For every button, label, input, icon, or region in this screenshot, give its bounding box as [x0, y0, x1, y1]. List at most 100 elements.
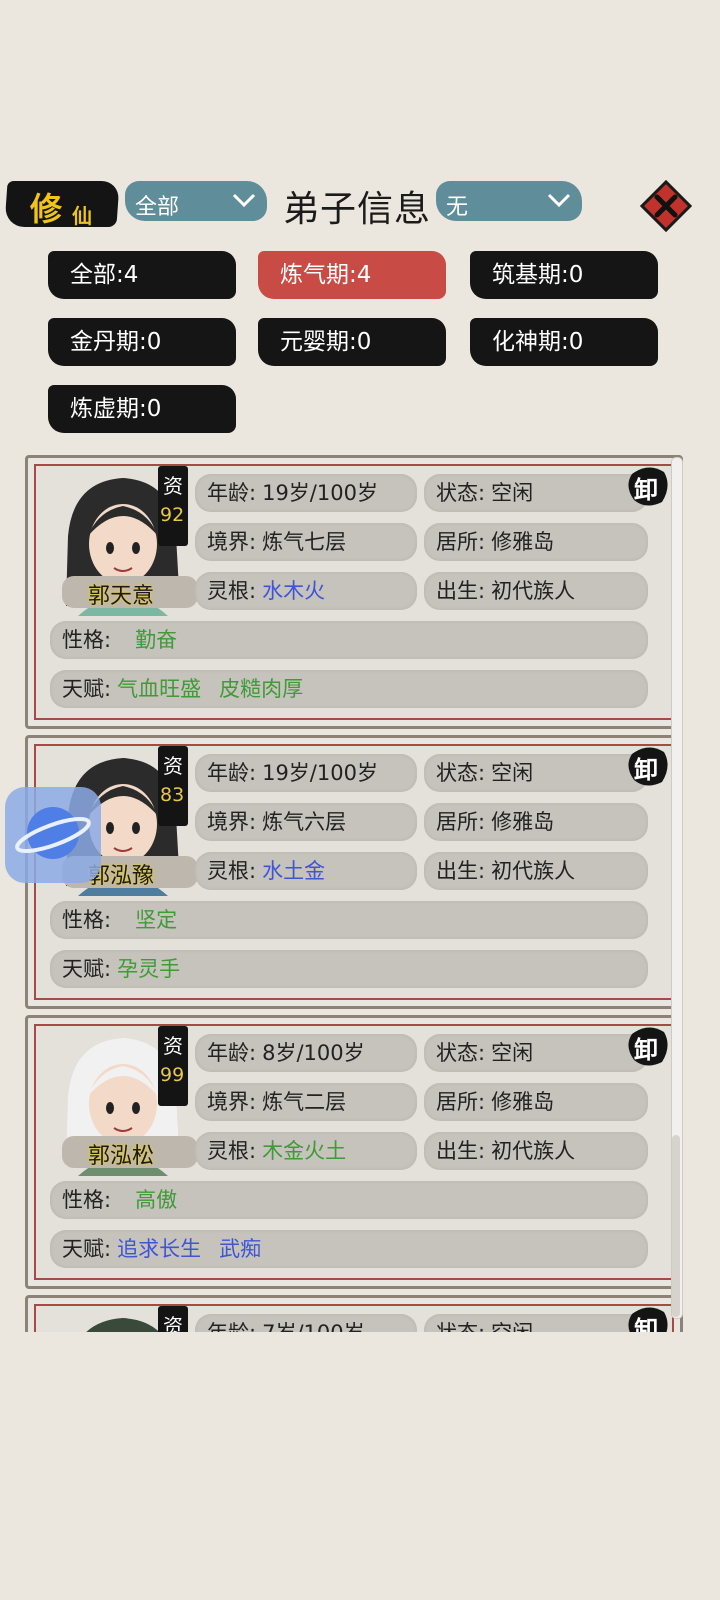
residence-field: 居所: 修雅岛: [424, 803, 648, 841]
disciple-card[interactable]: 郭泓豫资 83 年龄: 19岁/100岁 状态: 空闲 境界: 炼气六层 居所: 修雅岛 灵根: 水土…: [25, 735, 683, 1009]
disciple-card[interactable]: 资年龄:7岁/100岁状态:空闲境界:居所:灵根:出生:性格:天赋:卸: [25, 1295, 683, 1332]
unload-seal-button[interactable]: 卸: [626, 1024, 670, 1068]
filter-right-value: 无: [446, 195, 469, 220]
realm-field-value: 炼气六层: [262, 810, 347, 834]
stage-filter-chip[interactable]: 化神期:0: [470, 318, 658, 366]
birth-field: 出生: 初代族人: [424, 852, 648, 890]
root-field-label: 灵根:: [207, 579, 257, 603]
stage-filter-chip[interactable]: 炼气期:4: [258, 251, 446, 299]
personality-field-label: 性格:: [62, 1188, 112, 1212]
personality-field-label: 性格:: [62, 628, 112, 652]
age-field: 年龄: 19岁/100岁: [195, 474, 417, 512]
stage-filter-label: 筑基期:0: [492, 262, 584, 288]
filter-dropdown-right[interactable]: 无: [436, 181, 582, 221]
unload-label: 卸: [634, 1036, 658, 1064]
talent-value: 追求长生: [117, 1237, 202, 1261]
unload-seal-button[interactable]: 卸: [626, 464, 670, 508]
stage-filter-chip[interactable]: 筑基期:0: [470, 251, 658, 299]
chevron-down-icon: [232, 193, 256, 208]
root-field-value: 水木火: [262, 579, 326, 603]
age-field: 年龄: 7岁/100岁: [195, 1314, 417, 1332]
unload-label: 卸: [634, 756, 658, 784]
realm-field: 境界: 炼气六层: [195, 803, 417, 841]
status-field-label: 状态:: [436, 1041, 486, 1065]
birth-field-value: 初代族人: [491, 1139, 576, 1163]
personality-field: 性格: 勤奋: [50, 621, 648, 659]
status-field-value: 空闲: [491, 1041, 534, 1065]
disciple-name: 郭天意: [88, 584, 155, 609]
scrollbar-thumb[interactable]: [672, 1135, 680, 1317]
age-field-label: 年龄:: [195, 1321, 256, 1332]
realm-field-label: 境界:: [207, 530, 257, 554]
chevron-down-icon: [547, 193, 571, 208]
aptitude-label: 资: [163, 754, 183, 778]
aptitude-value: 99: [160, 1064, 185, 1086]
stage-filter-chip[interactable]: 金丹期:0: [48, 318, 236, 366]
talent-field: 天赋: 孕灵手: [50, 950, 648, 988]
disciple-card[interactable]: 郭天意资 92 年龄: 19岁/100岁 状态: 空闲 境界: 炼气七层 居所: 修雅岛 灵根: 水木…: [25, 455, 683, 729]
realm-field-value: 炼气七层: [262, 530, 347, 554]
realm-field: 境界: 炼气七层: [195, 523, 417, 561]
unload-label: 卸: [634, 476, 658, 504]
filter-dropdown-left[interactable]: 全部: [125, 181, 267, 221]
disciple-card[interactable]: 郭泓松资 99 年龄: 8岁/100岁 状态: 空闲 境界: 炼气二层 居所: 修雅岛 灵根: 木金火…: [25, 1015, 683, 1289]
close-button[interactable]: [640, 180, 692, 232]
age-field-value: 19岁/100岁: [262, 761, 378, 785]
birth-field-value: 初代族人: [491, 859, 576, 883]
personality-field: 性格: 高傲: [50, 1181, 648, 1219]
disciple-list[interactable]: 郭天意资 92 年龄: 19岁/100岁 状态: 空闲 境界: 炼气七层 居所: 修雅岛 灵根: 水木…: [0, 440, 720, 1332]
talent-field-label: 天赋:: [62, 677, 112, 701]
root-field: 灵根: 木金火土: [195, 1132, 417, 1170]
birth-field-value: 初代族人: [491, 579, 576, 603]
floating-assistant-button[interactable]: [5, 787, 101, 883]
birth-field-label: 出生:: [436, 579, 486, 603]
status-field-label: 状态:: [436, 761, 486, 785]
unload-seal-button[interactable]: 卸: [626, 744, 670, 788]
talent-value: 武痴: [219, 1237, 262, 1261]
residence-field-value: 修雅岛: [491, 810, 555, 834]
status-field-value: 空闲: [491, 481, 534, 505]
badge-main-text: 修: [30, 190, 63, 228]
stage-filter-label: 全部:4: [70, 262, 139, 288]
aptitude-label: 资: [163, 1314, 183, 1332]
stage-filter-label: 金丹期:0: [70, 329, 162, 355]
age-field: 年龄: 19岁/100岁: [195, 754, 417, 792]
talent-field-label: 天赋:: [62, 1237, 112, 1261]
talent-value: 气血旺盛: [117, 677, 202, 701]
stage-filter-label: 炼气期:4: [280, 262, 372, 288]
aptitude-value: 92: [160, 504, 185, 526]
talent-field: 天赋: 追求长生 武痴: [50, 1230, 648, 1268]
residence-field-label: 居所:: [436, 810, 486, 834]
realm-field: 境界: 炼气二层: [195, 1083, 417, 1121]
page-title: 弟子信息: [283, 189, 432, 230]
stage-filter-chip[interactable]: 元婴期:0: [258, 318, 446, 366]
badge-sub-text: 仙: [72, 204, 92, 228]
stage-filter-chip[interactable]: 炼虚期:0: [48, 385, 236, 433]
status-field: 状态:空闲: [424, 754, 648, 792]
age-field-label: 年龄:: [207, 1041, 257, 1065]
root-field: 灵根: 水土金: [195, 852, 417, 890]
root-field-value: 水土金: [262, 859, 326, 883]
birth-field-label: 出生:: [436, 859, 486, 883]
unload-seal-button[interactable]: 卸: [626, 1304, 670, 1332]
residence-field-label: 居所:: [436, 530, 486, 554]
stage-filter-label: 元婴期:0: [280, 329, 372, 355]
status-field: 状态:空闲: [424, 1314, 648, 1332]
stage-filter-chip[interactable]: 全部:4: [48, 251, 236, 299]
aptitude-value: 83: [160, 784, 185, 806]
stage-filter-label: 炼虚期:0: [70, 396, 162, 422]
personality-value: 高傲: [135, 1188, 178, 1212]
age-field-label: 年龄:: [207, 761, 257, 785]
root-field-value: 木金火土: [262, 1139, 347, 1163]
planet-icon: [15, 807, 91, 859]
age-field-value: 19岁/100岁: [262, 481, 378, 505]
stage-filter-label: 化神期:0: [492, 329, 584, 355]
status-field-value: 空闲: [491, 1321, 533, 1332]
personality-value: 坚定: [135, 908, 178, 932]
status-field-value: 空闲: [491, 761, 534, 785]
personality-field: 性格: 坚定: [50, 901, 648, 939]
birth-field: 出生: 初代族人: [424, 572, 648, 610]
age-field-value: 8岁/100岁: [262, 1041, 365, 1065]
aptitude-label: 资: [163, 1034, 183, 1058]
realm-field-label: 境界:: [207, 810, 257, 834]
